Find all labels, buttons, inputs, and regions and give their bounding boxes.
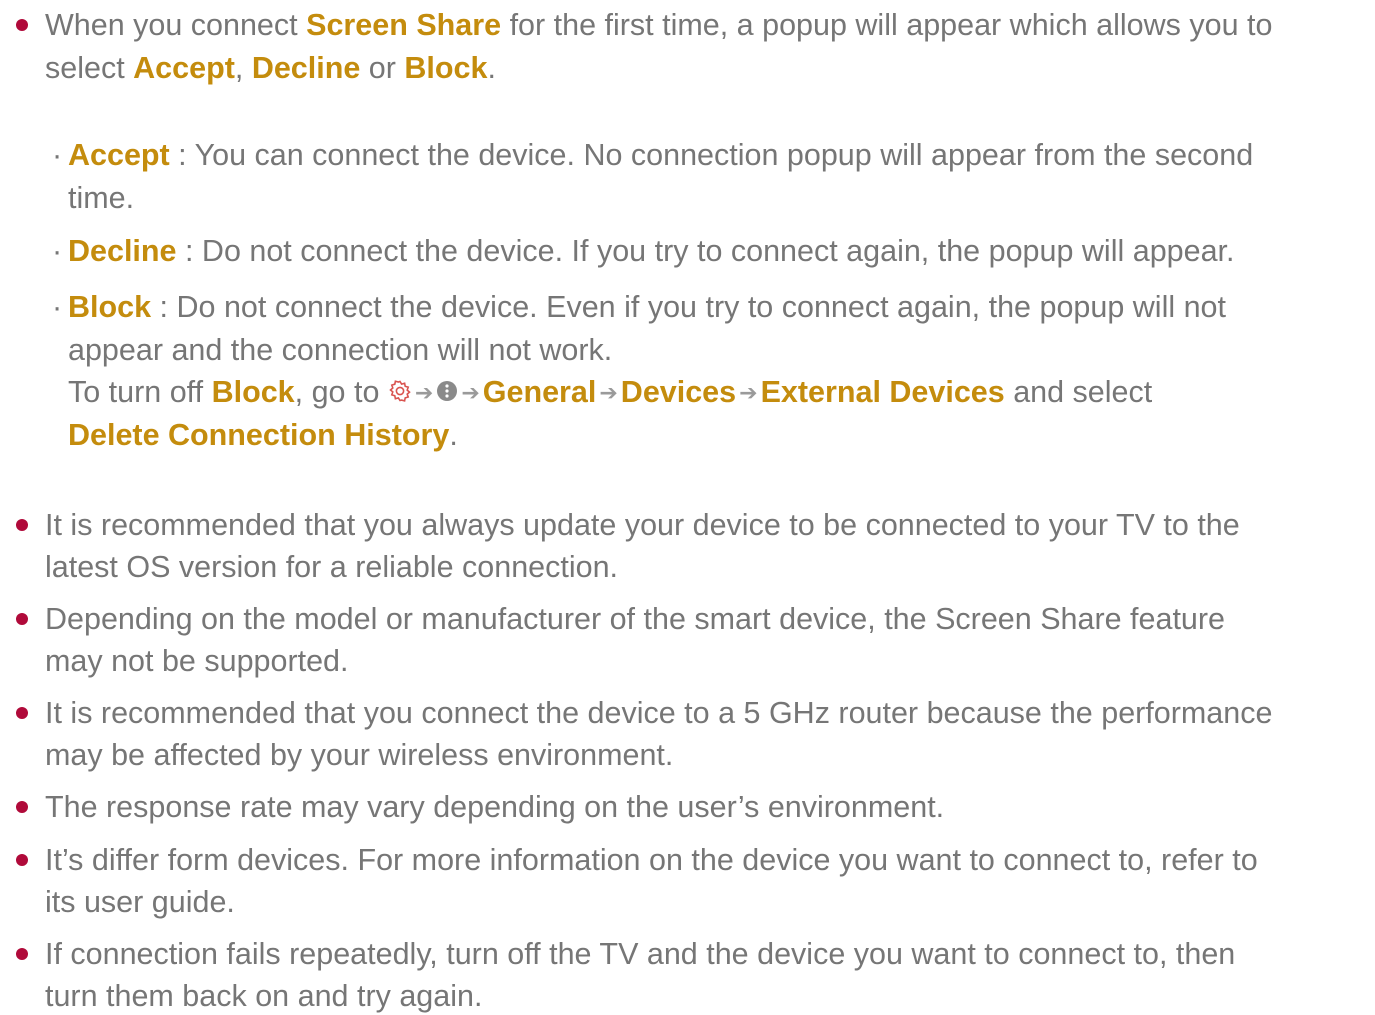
bullet-note-1 bbox=[16, 519, 28, 531]
block-description: : Do not connect the device. Even if you… bbox=[151, 290, 1226, 324]
sub-dot-block: · bbox=[52, 290, 63, 324]
note-6-line-2: turn them back on and try again. bbox=[45, 979, 483, 1013]
bullet-intro bbox=[16, 19, 28, 31]
turn-off-text: To turn off bbox=[68, 375, 212, 409]
note-2-line-1: Depending on the model or manufacturer o… bbox=[45, 602, 1226, 636]
decline-label: Decline bbox=[68, 234, 177, 268]
final-period: . bbox=[449, 418, 458, 452]
delete-connection-history-term: Delete Connection History bbox=[68, 418, 450, 452]
intro-line-1: When you connect Screen Share for the fi… bbox=[45, 4, 1365, 47]
note-3-line-1: It is recommended that you connect the d… bbox=[45, 696, 1273, 730]
bullet-note-6 bbox=[16, 948, 28, 960]
bullet-note-2 bbox=[16, 613, 28, 625]
accept-description-cont: time. bbox=[68, 181, 135, 215]
path-devices: Devices bbox=[620, 375, 737, 409]
intro-text-cont: for the first time, a popup will appear … bbox=[501, 8, 1273, 42]
block-term: Block bbox=[404, 51, 488, 85]
manual-page: When you connect Screen Share for the fi… bbox=[0, 0, 1375, 1015]
note-5-line-2: its user guide. bbox=[45, 885, 235, 919]
accept-option-line-2: time. bbox=[68, 177, 1368, 220]
more-options-icon bbox=[436, 371, 458, 401]
decline-option-line: Decline : Do not connect the device. If … bbox=[68, 230, 1368, 273]
intro-text: When you connect bbox=[45, 8, 307, 42]
gear-icon bbox=[388, 372, 412, 402]
accept-description: : You can connect the device. No connect… bbox=[169, 138, 1254, 172]
screen-share-term: Screen Share bbox=[306, 8, 502, 42]
bullet-note-3 bbox=[16, 707, 28, 719]
delete-history-line: Delete Connection History. bbox=[68, 414, 1368, 457]
note-4-line-1: The response rate may vary depending on … bbox=[45, 790, 945, 824]
block-option-line-2: appear and the connection will not work. bbox=[68, 329, 1368, 372]
block-term-2: Block bbox=[211, 375, 295, 409]
go-to-text: , go to bbox=[294, 375, 388, 409]
arrow-icon: ➔ bbox=[414, 380, 434, 405]
arrow-icon: ➔ bbox=[739, 380, 758, 405]
sub-dot-decline: · bbox=[52, 234, 63, 268]
or-text: or bbox=[360, 51, 405, 85]
turn-off-block-line: To turn off Block, go to ➔ ➔General ➔Devic… bbox=[68, 371, 1368, 414]
arrow-icon: ➔ bbox=[599, 380, 618, 405]
decline-description: : Do not connect the device. If you try … bbox=[176, 234, 1235, 268]
comma: , bbox=[234, 51, 252, 85]
accept-option-line-1: Accept : You can connect the device. No … bbox=[68, 134, 1368, 177]
arrow-icon: ➔ bbox=[461, 380, 480, 405]
accept-label: Accept bbox=[68, 138, 170, 172]
block-description-cont: appear and the connection will not work. bbox=[68, 333, 613, 367]
path-general: General bbox=[482, 375, 597, 409]
block-option-line-1: Block : Do not connect the device. Even … bbox=[68, 286, 1368, 329]
note-1-line-1: It is recommended that you always update… bbox=[45, 508, 1240, 542]
intro-line-2: select Accept, Decline or Block. bbox=[45, 47, 1365, 90]
and-select-text: and select bbox=[1004, 375, 1153, 409]
decline-term: Decline bbox=[251, 51, 361, 85]
bullet-note-5 bbox=[16, 854, 28, 866]
note-5-line-1: It’s differ form devices. For more infor… bbox=[45, 843, 1258, 877]
accept-term: Accept bbox=[133, 51, 235, 85]
note-2-line-2: may not be supported. bbox=[45, 644, 349, 678]
note-6-line-1: If connection fails repeatedly, turn off… bbox=[45, 937, 1236, 971]
block-label: Block bbox=[68, 290, 152, 324]
bullet-note-4 bbox=[16, 801, 28, 813]
note-3-line-2: may be affected by your wireless environ… bbox=[45, 738, 674, 772]
intro-select-text: select bbox=[45, 51, 134, 85]
path-external-devices: External Devices bbox=[760, 375, 1005, 409]
note-1-line-2: latest OS version for a reliable connect… bbox=[45, 550, 619, 584]
period: . bbox=[487, 51, 496, 85]
sub-dot-accept: · bbox=[52, 138, 63, 172]
